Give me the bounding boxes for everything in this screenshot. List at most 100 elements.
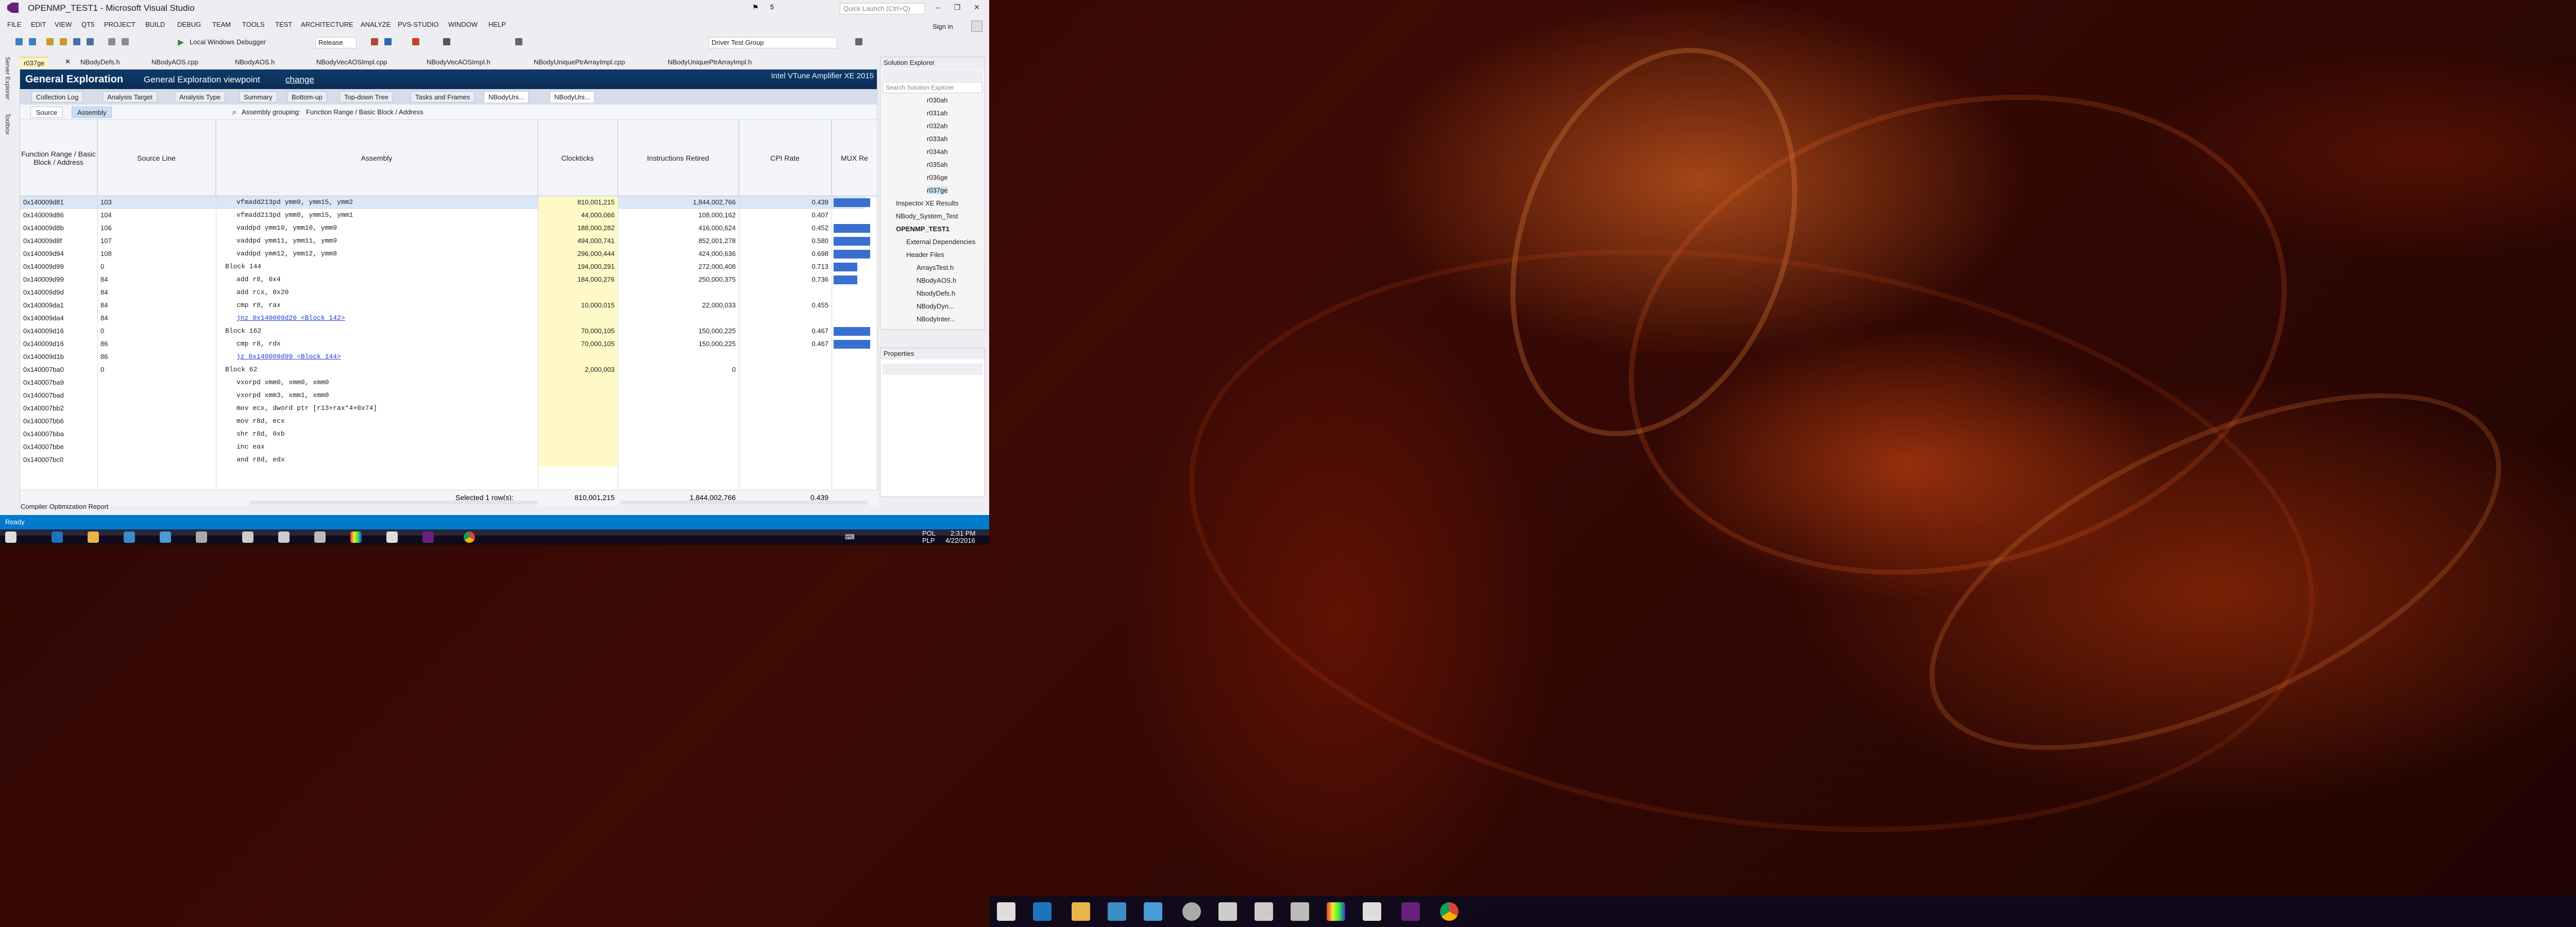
save-icon[interactable] [73, 38, 80, 45]
clock-tool-icon[interactable] [196, 531, 207, 543]
tree-item[interactable]: r035ah [927, 161, 947, 168]
internet-explorer-icon[interactable] [52, 531, 63, 543]
pvs-icon[interactable] [412, 38, 419, 45]
tree-item[interactable]: Header Files [906, 251, 944, 259]
tree-item[interactable]: Inspector XE Results [896, 199, 958, 207]
menu-edit[interactable]: EDIT [31, 21, 46, 28]
server-explorer-tab[interactable]: Server Explorer [4, 57, 11, 99]
tab-nbodydefs-h[interactable]: NBodyDefs.h [76, 57, 124, 68]
table-row[interactable]: 0x140009d99 84 add r8, 0x4 184,000,276 250,0… [20, 273, 865, 286]
table-row[interactable]: 0x140009d99 0 Block 144 194,000,291 272,000,… [20, 261, 865, 273]
new-project-icon[interactable] [46, 38, 54, 45]
color-bars-icon[interactable] [350, 531, 362, 543]
open-file-icon[interactable] [60, 38, 67, 45]
tab-nbodyvecaosimpl-cpp[interactable]: NBodyVecAOSImpl.cpp [312, 57, 391, 68]
calculator-icon[interactable] [1363, 902, 1381, 921]
driver-test-group-select[interactable]: Driver Test Group [708, 37, 837, 48]
table-row[interactable]: 0x140009d16 86 cmp r8, rdx 70,000,105 150,00… [20, 338, 870, 351]
tree-item[interactable]: OPENMP_TEST1 [896, 225, 950, 233]
assembly-button[interactable]: Assembly [72, 107, 112, 118]
table-row[interactable]: 0x140009da4 84 jnz 0x140009d20 <Block 142> [20, 312, 865, 325]
remote-desktop-icon[interactable] [124, 531, 135, 543]
bookmark-icon[interactable] [443, 38, 450, 45]
tab-tasks-and-frames[interactable]: Tasks and Frames [411, 91, 475, 102]
menu-analyze[interactable]: ANALYZE [361, 21, 391, 28]
table-row[interactable]: 0x140007bad vxorpd xmm3, xmm1, xmm0 [20, 389, 865, 402]
assembly-cell[interactable]: jnz 0x140009d20 <Block 142> [216, 312, 538, 325]
close-tab-icon[interactable]: ✕ [65, 58, 71, 66]
tree-item[interactable]: r032ah [927, 122, 947, 130]
redo-icon[interactable] [122, 38, 129, 45]
col-header-instructions-retired[interactable]: Instructions Retired [618, 120, 739, 196]
tree-item[interactable]: r031ah [927, 109, 947, 117]
tree-item[interactable]: r033ah [927, 135, 947, 143]
tab-summary[interactable]: Summary [239, 91, 277, 102]
undo-icon[interactable] [108, 38, 115, 45]
file-explorer-icon[interactable] [88, 531, 99, 543]
col-header-clockticks[interactable]: Clockticks [538, 120, 618, 196]
tab-collection-log[interactable]: Collection Log [31, 91, 83, 102]
assembly-grouping-select[interactable]: Function Range / Basic Block / Address [306, 108, 423, 116]
network-tool-icon[interactable] [160, 531, 171, 543]
deploy-icon[interactable] [855, 38, 862, 45]
tab-nbodyuni[interactable]: NBodyUni... [484, 91, 529, 102]
col-header-mux[interactable]: MUX Re [832, 120, 878, 196]
tree-item[interactable]: r030ah [927, 96, 947, 104]
table-row[interactable]: 0x140009d8b 106 vaddpd ymm10, ymm10, ymm9 1… [20, 222, 870, 235]
menu-project[interactable]: PROJECT [104, 21, 135, 28]
minimize-button[interactable]: – [931, 3, 944, 11]
start-debugging-icon[interactable]: ▶ [178, 37, 184, 47]
tree-item[interactable]: NBodyDyn... [917, 302, 954, 310]
tab-nbodyuniqueptrarrayimpl-h[interactable]: NBodyUniquePtrArrayImpl.h [664, 57, 756, 68]
comment-icon[interactable] [515, 38, 522, 45]
plane-icon[interactable] [278, 531, 290, 543]
tab-top-down-tree[interactable]: Top-down Tree [340, 91, 393, 102]
tree-item[interactable]: NBodyAOS.h [917, 277, 956, 284]
menu-view[interactable]: VIEW [55, 21, 72, 28]
tree-item[interactable]: NbodyDefs.h [917, 289, 955, 297]
solution-search-input[interactable]: Search Solution Explorer [883, 82, 982, 93]
source-button[interactable]: Source [30, 107, 63, 118]
tree-item[interactable]: External Dependencies [906, 238, 975, 246]
tab-nbodyuniqueptrarrayimpl-cpp[interactable]: NBodyUniquePtrArrayImpl.cpp [530, 57, 629, 68]
network-tool-icon[interactable] [1144, 902, 1162, 921]
back-icon[interactable] [15, 38, 23, 45]
clock-date[interactable]: 4/22/2016 [945, 537, 975, 544]
input-language[interactable]: POL [922, 529, 936, 537]
tree-item[interactable]: ArraysTest.h [917, 264, 954, 271]
tab-nbodyaos-h[interactable]: NBodyAOS.h [231, 57, 279, 68]
table-row[interactable]: 0x140007bba shr r8d, 0xb [20, 428, 865, 441]
debugger-select[interactable]: Local Windows Debugger [190, 38, 266, 46]
file-explorer-icon[interactable] [1072, 902, 1090, 921]
table-row[interactable]: 0x140007bb6 mov r8d, ecx [20, 415, 865, 428]
table-row[interactable]: 0x140007bb2 mov ecx, dword ptr [r13+rax*4… [20, 402, 865, 415]
table-row[interactable]: 0x140007ba0 0 Block 62 2,000,003 0 [20, 364, 865, 376]
internet-explorer-icon[interactable] [1033, 902, 1052, 921]
menu-test[interactable]: TEST [275, 21, 292, 28]
forward-icon[interactable] [29, 38, 36, 45]
tab-analysis-type[interactable]: Analysis Type [175, 91, 225, 102]
calculator-icon[interactable] [386, 531, 398, 543]
menu-debug[interactable]: DEBUG [177, 21, 201, 28]
menu-tools[interactable]: TOOLS [242, 21, 265, 28]
remote-desktop-icon[interactable] [1108, 902, 1126, 921]
notification-icon[interactable]: ⚑ [752, 3, 759, 12]
tree-item[interactable]: NBody_System_Test [896, 212, 958, 220]
col-header-address[interactable]: Function Range / Basic Block / Address [20, 120, 97, 196]
menu-build[interactable]: BUILD [145, 21, 165, 28]
tree-item[interactable]: r037ge [927, 186, 948, 194]
inspector-icon[interactable] [384, 38, 392, 45]
visual-studio-taskbar-icon[interactable] [1401, 902, 1420, 921]
table-row[interactable]: 0x140009d9d 84 add rcx, 0x20 [20, 286, 865, 299]
table-row[interactable]: 0x140009da1 84 cmp r8, rax 10,000,015 22,000… [20, 299, 865, 312]
tab-r037ge[interactable]: r037ge [20, 57, 49, 68]
col-header-cpi-rate[interactable]: CPI Rate [739, 120, 832, 196]
maximize-button[interactable]: ❐ [951, 3, 963, 12]
chat-icon[interactable] [314, 531, 326, 543]
clock-tool-icon[interactable] [1182, 902, 1201, 921]
table-row[interactable]: 0x140009d86 104 vfmadd213pd ymm8, ymm15, y… [20, 209, 865, 222]
menu-file[interactable]: FILE [7, 21, 21, 28]
vtune-icon[interactable] [371, 38, 378, 45]
chrome-icon[interactable] [464, 531, 475, 543]
menu-window[interactable]: WINDOW [448, 21, 478, 28]
